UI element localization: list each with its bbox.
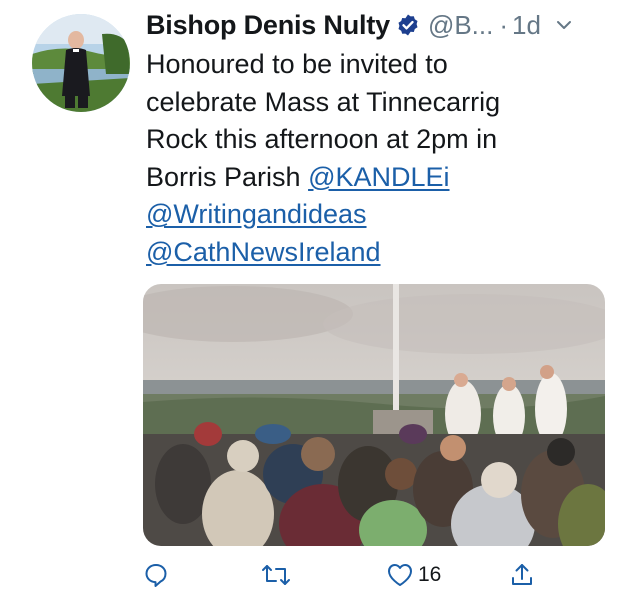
mention-link[interactable]: @Writingandideas [146, 199, 367, 229]
tweet-text-line: celebrate Mass at Tinnecarrig [146, 86, 501, 117]
tweet-text-segment: Borris Parish [146, 161, 301, 192]
tweet-photo[interactable] [143, 284, 605, 546]
like-button[interactable]: 16 [386, 562, 441, 588]
tweet-timestamp[interactable]: 1d [512, 10, 541, 41]
verified-badge-icon [396, 13, 420, 37]
share-icon [512, 564, 532, 585]
reply-icon [145, 564, 167, 587]
mention-link[interactable]: @CathNewsIreland [146, 237, 381, 267]
tweet-text-line: Borris Parish @KANDLEi [146, 159, 616, 197]
retweet-button[interactable] [261, 562, 291, 588]
author-name[interactable]: Bishop Denis Nulty [146, 10, 390, 41]
like-count: 16 [418, 563, 442, 586]
tweet-actions: 16 [143, 556, 543, 592]
retweet-icon [262, 565, 290, 585]
mention-link[interactable]: @KANDLEi [308, 162, 449, 192]
chevron-down-icon[interactable] [555, 16, 573, 34]
share-button[interactable] [509, 562, 535, 588]
tweet-text-line: Rock this afternoon at 2pm in [146, 124, 498, 154]
reply-button[interactable] [143, 562, 169, 588]
like-icon [388, 564, 412, 586]
author-handle[interactable]: @B... [428, 10, 493, 41]
author-avatar[interactable] [32, 14, 130, 112]
tweet-text-line: Honoured to be invited to [146, 49, 448, 79]
separator-dot: · [499, 9, 509, 40]
tweet-header: Bishop Denis Nulty @B... · 1d [146, 8, 612, 42]
tweet-text: Honoured to be invited to celebrate Mass… [146, 46, 616, 271]
